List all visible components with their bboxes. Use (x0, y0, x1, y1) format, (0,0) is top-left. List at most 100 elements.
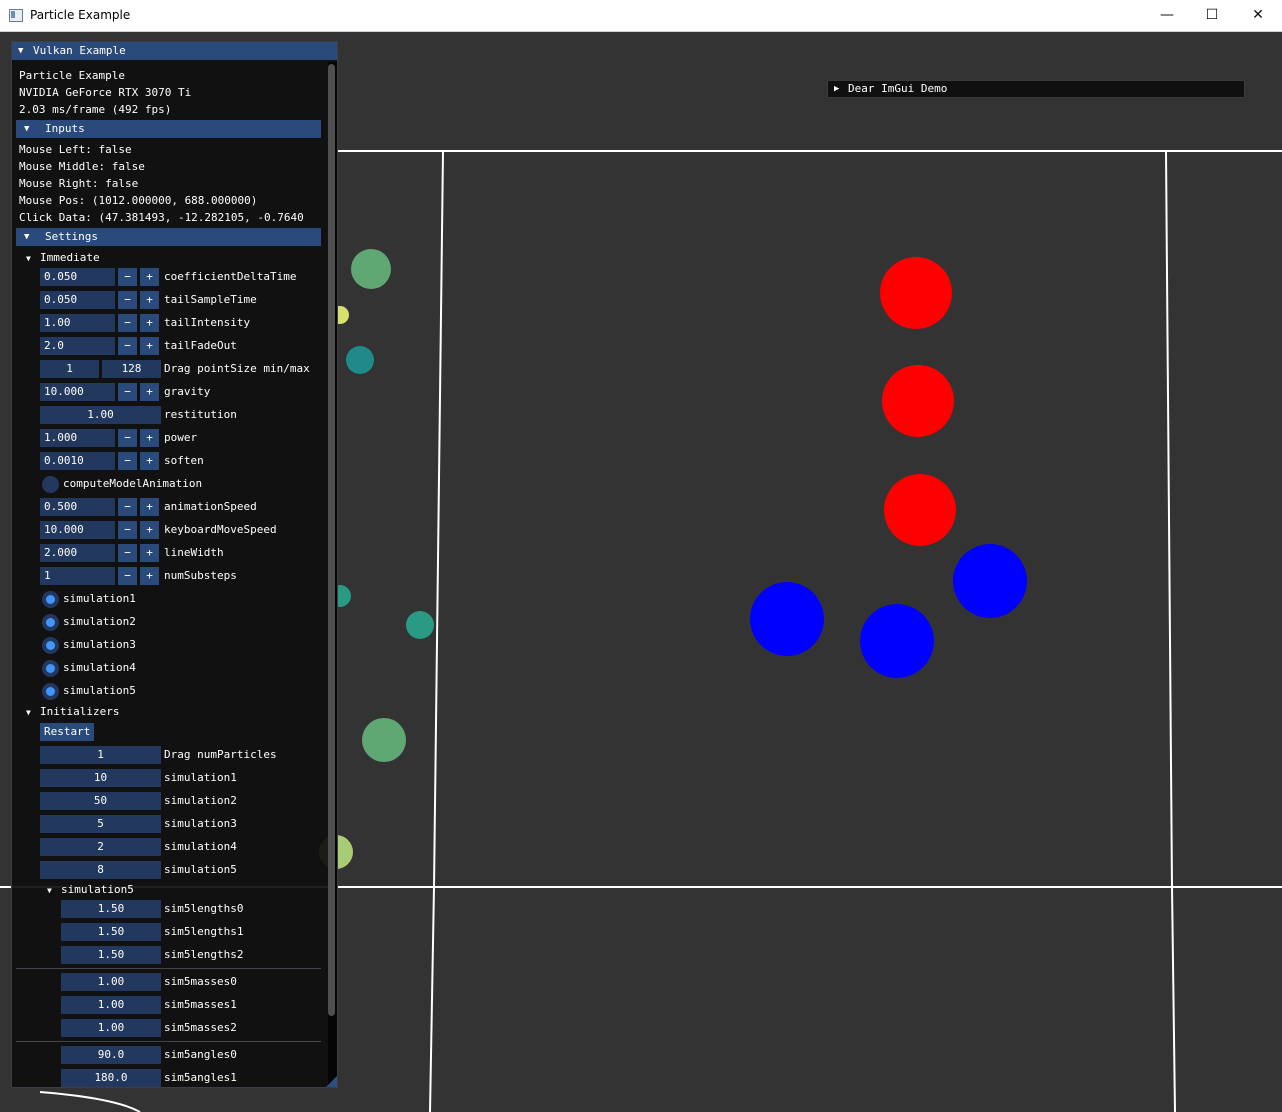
point-size-min-drag[interactable]: 1 (40, 360, 99, 378)
soften-minus-button[interactable]: − (118, 452, 137, 470)
simulation2-count-drag[interactable]: 50 (40, 792, 161, 810)
compute-model-animation-checkbox[interactable] (42, 476, 59, 493)
num-particles-drag[interactable]: 1 (40, 746, 161, 764)
tail-fade-out-minus-button[interactable]: − (118, 337, 137, 355)
sim5-lengths0-drag[interactable]: 1.50 (61, 900, 161, 918)
sim5-masses0-drag[interactable]: 1.00 (61, 973, 161, 991)
panel-scrollbar-thumb[interactable] (328, 64, 335, 1016)
sim5-masses2-drag[interactable]: 1.00 (61, 1019, 161, 1037)
keyboard-move-speed-label: keyboardMoveSpeed (164, 523, 277, 536)
simulation3-count-label: simulation3 (164, 817, 237, 830)
sim5-angles0-drag[interactable]: 90.0 (61, 1046, 161, 1064)
tail-fade-out-label: tailFadeOut (164, 339, 237, 352)
expand-arrow-icon[interactable]: ▶ (834, 81, 839, 97)
num-substeps-input[interactable]: 1 (40, 567, 115, 585)
red-particle (882, 365, 954, 437)
animation-speed-input[interactable]: 0.500 (40, 498, 115, 516)
sim5-masses1-label: sim5masses1 (164, 998, 237, 1011)
restart-button[interactable]: Restart (40, 723, 95, 741)
gravity-plus-button[interactable]: + (140, 383, 159, 401)
simulation3-radio[interactable] (42, 637, 59, 654)
tail-sample-time-plus-button[interactable]: + (140, 291, 159, 309)
restitution-slider[interactable]: 1.00 (40, 406, 161, 424)
gravity-label: gravity (164, 385, 211, 398)
resize-grip-icon[interactable] (326, 1076, 337, 1087)
gravity-minus-button[interactable]: − (118, 383, 137, 401)
sim5-masses2-label: sim5masses2 (164, 1021, 237, 1034)
power-plus-button[interactable]: + (140, 429, 159, 447)
tail-intensity-input[interactable]: 1.00 (40, 314, 115, 332)
simulation2-count-label: simulation2 (164, 794, 237, 807)
power-input[interactable]: 1.000 (40, 429, 115, 447)
simulation1-count-drag[interactable]: 10 (40, 769, 161, 787)
soften-label: soften (164, 454, 204, 467)
inputs-header[interactable]: ▼ Inputs (16, 120, 321, 138)
sim5-lengths1-drag[interactable]: 1.50 (61, 923, 161, 941)
sim5-angles1-drag[interactable]: 180.0 (61, 1069, 161, 1087)
tail-intensity-plus-button[interactable]: + (140, 314, 159, 332)
soften-input[interactable]: 0.0010 (40, 452, 115, 470)
line-width-label: lineWidth (164, 546, 224, 559)
animation-speed-plus-button[interactable]: + (140, 498, 159, 516)
red-particle (880, 257, 952, 329)
initializers-tree-node[interactable]: ▼ Initializers (26, 703, 119, 720)
line-width-minus-button[interactable]: − (118, 544, 137, 562)
tree-arrow-icon: ▼ (26, 254, 31, 263)
tail-sample-time-label: tailSampleTime (164, 293, 257, 306)
tail-sample-time-minus-button[interactable]: − (118, 291, 137, 309)
animation-speed-label: animationSpeed (164, 500, 257, 513)
collapse-arrow-icon[interactable]: ▼ (18, 42, 23, 60)
sim5-masses0-label: sim5masses0 (164, 975, 237, 988)
panel-titlebar[interactable]: ▼ Vulkan Example (12, 42, 337, 60)
sim5-lengths2-drag[interactable]: 1.50 (61, 946, 161, 964)
settings-header[interactable]: ▼ Settings (16, 228, 321, 246)
restitution-label: restitution (164, 408, 237, 421)
keyboard-move-speed-minus-button[interactable]: − (118, 521, 137, 539)
mouse-right-text: Mouse Right: false (19, 177, 139, 190)
power-minus-button[interactable]: − (118, 429, 137, 447)
keyboard-move-speed-input[interactable]: 10.000 (40, 521, 115, 539)
num-substeps-label: numSubsteps (164, 569, 237, 582)
background-particle (351, 249, 391, 289)
simulation5-radio[interactable] (42, 683, 59, 700)
line-width-plus-button[interactable]: + (140, 544, 159, 562)
tail-intensity-minus-button[interactable]: − (118, 314, 137, 332)
separator (16, 968, 321, 969)
simulation3-label: simulation3 (63, 638, 136, 651)
simulation5-tree-node[interactable]: ▼ simulation5 (47, 881, 134, 898)
simulation1-radio[interactable] (42, 591, 59, 608)
num-substeps-plus-button[interactable]: + (140, 567, 159, 585)
sim5-angles0-label: sim5angles0 (164, 1048, 237, 1061)
coefficient-delta-time-label: coefficientDeltaTime (164, 270, 297, 283)
tail-fade-out-plus-button[interactable]: + (140, 337, 159, 355)
coefficient-delta-time-plus-button[interactable]: + (140, 268, 159, 286)
simulation1-count-label: simulation1 (164, 771, 237, 784)
gravity-input[interactable]: 10.000 (40, 383, 115, 401)
num-substeps-minus-button[interactable]: − (118, 567, 137, 585)
background-particle (406, 611, 434, 639)
red-particle (884, 474, 956, 546)
mouse-left-text: Mouse Left: false (19, 143, 132, 156)
power-label: power (164, 431, 198, 444)
simulation4-count-drag[interactable]: 2 (40, 838, 161, 856)
box-edge-left-front (429, 886, 435, 1112)
keyboard-move-speed-plus-button[interactable]: + (140, 521, 159, 539)
immediate-tree-node[interactable]: ▼ Immediate (26, 249, 100, 266)
coefficient-delta-time-input[interactable]: 0.050 (40, 268, 115, 286)
sim5-lengths0-label: sim5lengths0 (164, 902, 244, 915)
simulation3-count-drag[interactable]: 5 (40, 815, 161, 833)
simulation4-radio[interactable] (42, 660, 59, 677)
tail-sample-time-input[interactable]: 0.050 (40, 291, 115, 309)
line-width-input[interactable]: 2.000 (40, 544, 115, 562)
simulation2-radio[interactable] (42, 614, 59, 631)
separator (16, 1041, 321, 1042)
animation-speed-minus-button[interactable]: − (118, 498, 137, 516)
point-size-max-drag[interactable]: 128 (102, 360, 161, 378)
simulation5-count-drag[interactable]: 8 (40, 861, 161, 879)
mouse-middle-text: Mouse Middle: false (19, 160, 145, 173)
tail-fade-out-input[interactable]: 2.0 (40, 337, 115, 355)
imgui-demo-window[interactable]: ▶ Dear ImGui Demo (827, 80, 1245, 98)
coefficient-delta-time-minus-button[interactable]: − (118, 268, 137, 286)
soften-plus-button[interactable]: + (140, 452, 159, 470)
sim5-masses1-drag[interactable]: 1.00 (61, 996, 161, 1014)
